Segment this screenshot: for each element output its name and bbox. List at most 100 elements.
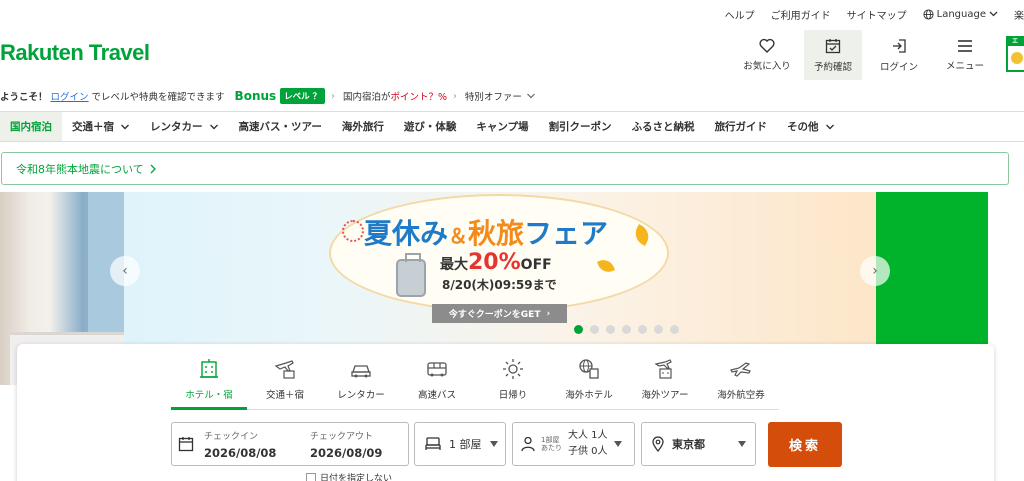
search-tab-label: 交通＋宿 (265, 390, 304, 401)
area-select[interactable]: 東京都 (641, 422, 756, 466)
no-date-checkbox[interactable] (306, 472, 316, 481)
carousel-dot[interactable] (638, 325, 647, 334)
nav-item-label: 高速バス・ツアー (238, 121, 322, 133)
carousel-prev-button[interactable]: ‹ (110, 256, 140, 286)
rakuten-travel-logo[interactable]: Rakuten Travel (0, 40, 150, 66)
menu-label: メニュー (945, 60, 984, 72)
globe-icon (923, 8, 934, 20)
carousel-dot[interactable] (654, 325, 663, 334)
login-button[interactable]: ログイン (870, 30, 928, 80)
carousel-dot[interactable] (606, 325, 615, 334)
guest-counts: 大人 1人 子供 0人 (568, 428, 608, 460)
search-tab-0[interactable]: ホテル・宿 (171, 354, 247, 410)
carousel-dot[interactable] (622, 325, 631, 334)
search-tab-label: 海外ホテル (565, 390, 613, 401)
nav-item-1[interactable]: 交通＋宿 (62, 112, 140, 141)
no-date-label: 日付を指定しない (320, 474, 393, 481)
welcome-greeting: ようこそ！ (0, 92, 48, 103)
title-fair: フェア (524, 217, 609, 250)
discount-prefix: 最大 (440, 257, 468, 273)
search-tab-label: 日帰り (498, 390, 528, 401)
bus-icon (427, 362, 447, 377)
search-tab-7[interactable]: 海外航空券 (703, 354, 779, 409)
earthquake-notice[interactable]: 令和8年熊本地震について (1, 152, 1009, 185)
chevron-down-icon (989, 11, 998, 17)
reservation-check-button[interactable]: 予約確認 (804, 30, 862, 80)
carousel-dot[interactable] (590, 325, 599, 334)
hotel-icon (200, 359, 218, 378)
menu-icon (958, 39, 972, 52)
search-tab-2[interactable]: レンタカー (323, 354, 399, 409)
area-value: 東京都 (672, 438, 705, 451)
favorites-label: お気に入り (743, 61, 791, 72)
checkin-label: チェックイン (204, 431, 259, 442)
get-coupon-button[interactable]: 今すぐクーポンをGET › (432, 304, 567, 323)
nav-item-2[interactable]: レンタカー (140, 112, 229, 141)
search-tab-3[interactable]: 高速バス (399, 354, 475, 409)
no-date-checkbox-row[interactable]: 日付を指定しない (306, 471, 392, 481)
nav-item-label: 海外旅行 (341, 121, 384, 133)
nav-item-label: 旅行ガイド (714, 121, 768, 133)
caret-down-icon (489, 441, 498, 447)
carousel-dot[interactable] (670, 325, 679, 334)
promo-corner-badge[interactable]: エ (1006, 36, 1024, 72)
nav-item-7[interactable]: 割引クーポン (539, 112, 622, 141)
title-amp: ＆ (448, 224, 469, 248)
nav-item-5[interactable]: 遊び・体験 (394, 112, 467, 141)
nav-item-0[interactable]: 国内宿泊 (0, 112, 62, 141)
firework-icon (342, 220, 364, 242)
discount-suffix: OFF (520, 257, 552, 273)
rooms-select[interactable]: 1 部屋 (414, 422, 506, 466)
title-summer: 夏休み (364, 217, 449, 250)
favorites-button[interactable]: お気に入り (738, 30, 796, 80)
nav-item-8[interactable]: ふるさと納税 (622, 112, 705, 141)
checkout-field[interactable]: チェックアウト 2026/08/09 (310, 429, 382, 460)
campaign-deadline: 8/20(木)09:59まで (442, 278, 557, 292)
search-tab-4[interactable]: 日帰り (475, 354, 551, 409)
bed-icon (425, 437, 441, 450)
language-selector[interactable]: Language (923, 9, 998, 20)
sitemap-link[interactable]: サイトマップ (847, 7, 907, 22)
search-tab-1[interactable]: 交通＋宿 (247, 354, 323, 409)
search-tab-6[interactable]: 海外ツアー (627, 354, 703, 409)
sun-icon (503, 359, 523, 379)
guests-select[interactable]: 1部屋 あたり 大人 1人 子供 0人 (512, 422, 635, 466)
special-offer-link[interactable]: 特別オファー (465, 89, 522, 103)
main-nav: 国内宿泊 交通＋宿 レンタカー 高速バス・ツアー 海外旅行 遊び・体験 キャンプ場 割引クーポ… (0, 111, 1024, 142)
chevron-down-icon (121, 124, 129, 129)
checkout-label: チェックアウト (310, 431, 374, 442)
date-field[interactable]: チェックイン 2026/08/08 チェックアウト 2026/08/09 (171, 422, 409, 466)
chevron-right-icon: › (872, 263, 878, 279)
nav-item-label: レンタカー (150, 121, 203, 133)
level-badge[interactable]: レベル ？ (280, 88, 326, 104)
search-tab-5[interactable]: 海外ホテル (551, 354, 627, 409)
promo-corner-text: エ (1012, 38, 1019, 45)
menu-button[interactable]: メニュー (936, 30, 994, 80)
checkin-field[interactable]: チェックイン 2026/08/08 (204, 429, 310, 460)
nav-item-4[interactable]: 海外旅行 (332, 112, 394, 141)
chevron-down-icon (526, 93, 535, 99)
promo-corner-strip: エ (1008, 38, 1024, 46)
points-rate[interactable]: ポイント？% (390, 89, 447, 103)
search-button[interactable]: 検索 (768, 422, 842, 467)
cut-off-link[interactable]: 楽 (1014, 7, 1024, 22)
person-icon (521, 436, 535, 452)
calendar-icon (178, 437, 194, 452)
carousel-next-button[interactable]: › (860, 256, 890, 286)
nav-item-10[interactable]: その他 (777, 112, 845, 141)
login-link[interactable]: ログイン (51, 89, 89, 103)
guide-link[interactable]: ご利用ガイド (771, 7, 831, 22)
search-tab-label: ホテル・宿 (185, 390, 233, 401)
nav-item-3[interactable]: 高速バス・ツアー (229, 112, 332, 141)
search-tabs: ホテル・宿 交通＋宿 レンタカー 高速バス 日帰り 海外ホテル 海外ツアー 海外航空券 (171, 354, 779, 410)
help-link[interactable]: ヘルプ (725, 7, 755, 22)
heart-icon (759, 38, 775, 53)
nav-item-9[interactable]: 旅行ガイド (705, 112, 778, 141)
nav-item-label: キャンプ場 (476, 121, 529, 133)
carousel-dot[interactable] (574, 325, 583, 334)
per-room-note: 1部屋 あたり (541, 436, 562, 453)
nav-item-6[interactable]: キャンプ場 (466, 112, 538, 141)
points-prefix[interactable]: 国内宿泊が (343, 89, 391, 103)
discount-text: 最大20%OFF (440, 250, 552, 275)
language-label: Language (936, 8, 986, 20)
